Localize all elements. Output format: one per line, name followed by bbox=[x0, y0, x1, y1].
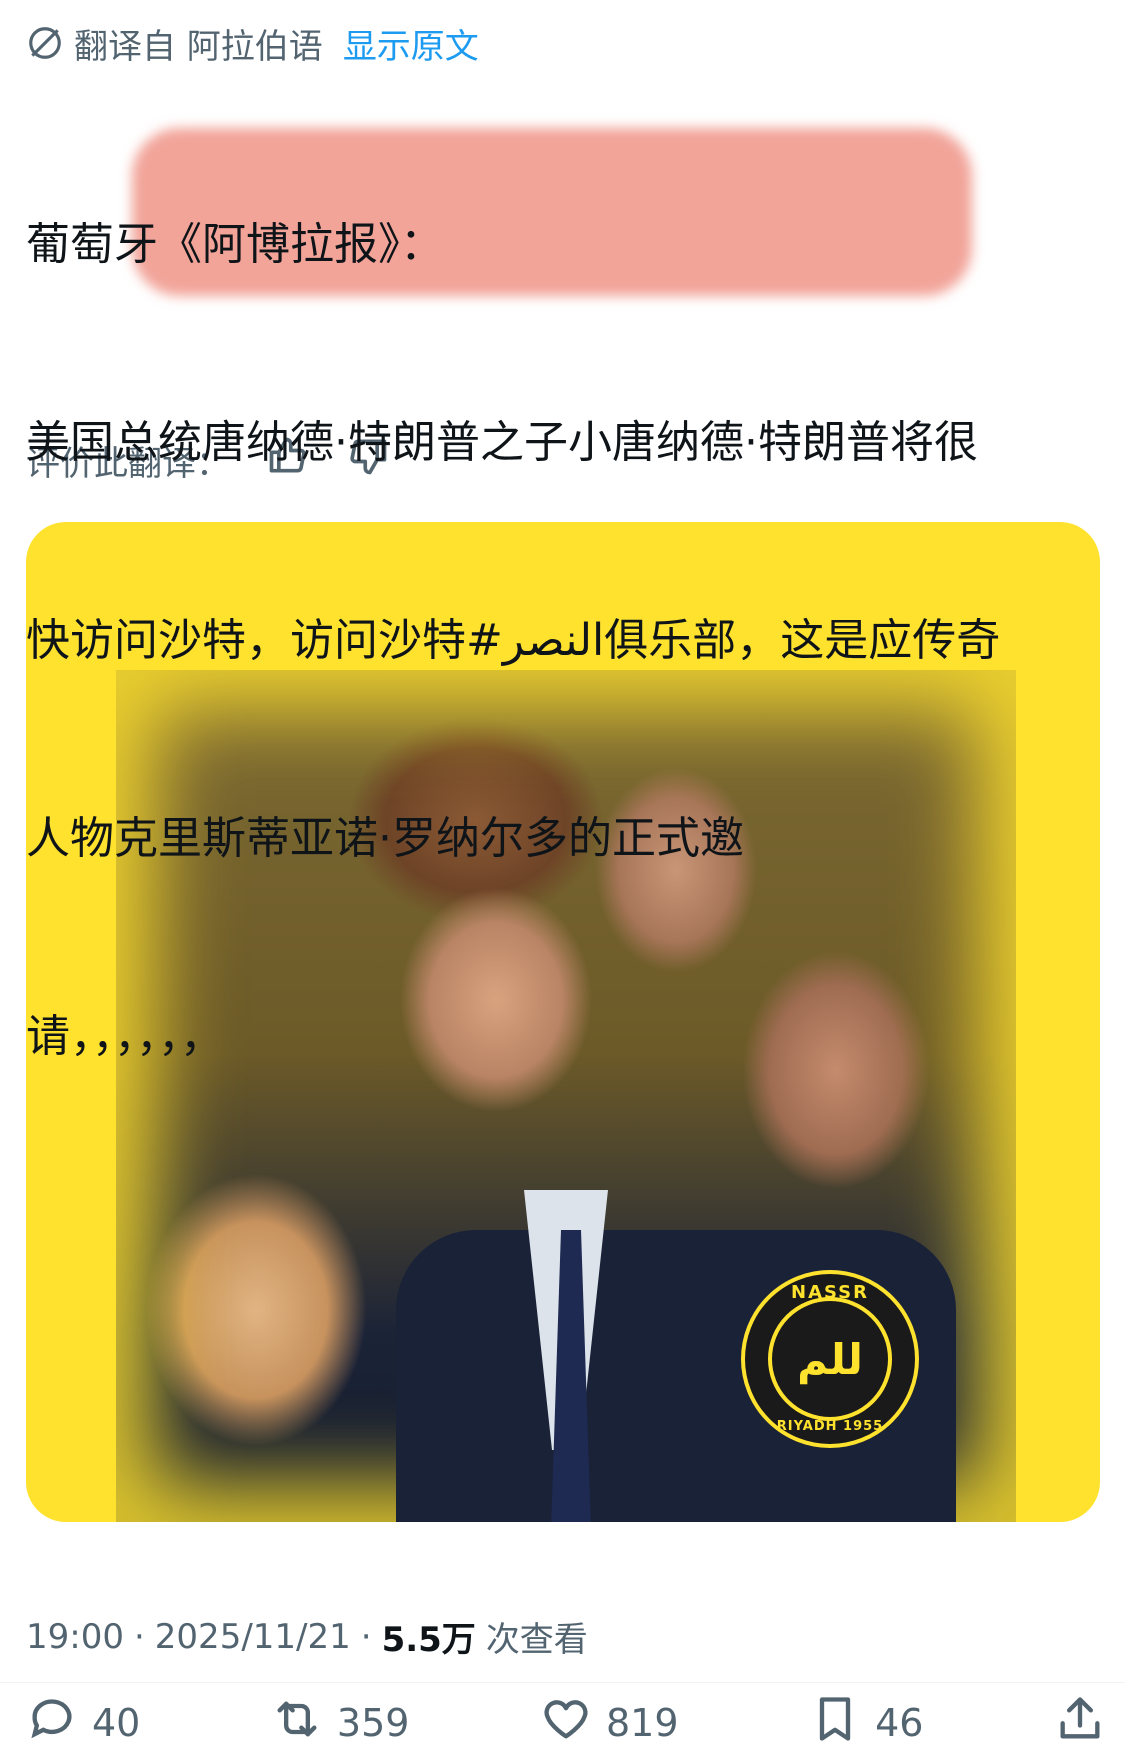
tweet-line: 快访问沙特，访问沙特#النصر俱乐部，这是应传奇 bbox=[26, 615, 1001, 666]
views-label: 次查看 bbox=[485, 1620, 588, 1660]
meta-separator: · bbox=[360, 1616, 372, 1657]
badge-top-text: NASSR bbox=[791, 1282, 869, 1303]
retweet-icon bbox=[271, 1693, 323, 1754]
heart-icon bbox=[540, 1693, 592, 1754]
reply-icon bbox=[26, 1693, 78, 1754]
bookmark-button[interactable]: 46 bbox=[809, 1693, 923, 1754]
photo: NASSR ﻟﻠﻢ RIYADH 1955 bbox=[116, 670, 1016, 1522]
tweet-time[interactable]: 19:00 bbox=[26, 1617, 124, 1657]
translation-header: 翻译自 阿拉伯语 显示原文 bbox=[26, 18, 479, 68]
retweet-button[interactable]: 359 bbox=[271, 1693, 410, 1754]
tweet-meta: 19:00 · 2025/11/21 · 5.5万 次查看 bbox=[26, 1612, 588, 1661]
share-icon bbox=[1054, 1693, 1106, 1754]
translation-label: 翻译自 阿拉伯语 bbox=[74, 26, 323, 67]
reply-count: 40 bbox=[92, 1701, 141, 1745]
badge-center: ﻟﻠﻢ bbox=[768, 1297, 892, 1421]
tweet-line: 请，，，，，， bbox=[26, 1011, 224, 1062]
like-button[interactable]: 819 bbox=[540, 1693, 679, 1754]
reply-button[interactable]: 40 bbox=[26, 1693, 140, 1754]
tweet-line: 美国总统唐纳德·特朗普之子小唐纳德·特朗普将很 bbox=[26, 417, 978, 468]
tweet-line: 葡萄牙《阿博拉报》： bbox=[26, 219, 444, 270]
meta-separator: · bbox=[133, 1616, 145, 1657]
tweet-date[interactable]: 2025/11/21 bbox=[155, 1617, 351, 1657]
badge-bottom-text: RIYADH 1955 bbox=[776, 1419, 884, 1434]
divider bbox=[0, 1682, 1125, 1683]
action-bar: 40 359 819 46 bbox=[26, 1692, 1106, 1754]
share-button[interactable] bbox=[1054, 1693, 1106, 1754]
bookmark-icon bbox=[809, 1693, 861, 1754]
translate-icon bbox=[26, 24, 64, 62]
nassr-logo: NASSR ﻟﻠﻢ RIYADH 1955 bbox=[741, 1270, 919, 1448]
views-count: 5.5万 bbox=[381, 1620, 476, 1660]
like-count: 819 bbox=[605, 1701, 679, 1745]
tweet-line: 人物克里斯蒂亚诺·罗纳尔多的正式邀 bbox=[26, 813, 744, 864]
bookmark-count: 46 bbox=[875, 1701, 924, 1745]
retweet-count: 359 bbox=[336, 1701, 410, 1745]
show-original-link[interactable]: 显示原文 bbox=[343, 19, 479, 68]
